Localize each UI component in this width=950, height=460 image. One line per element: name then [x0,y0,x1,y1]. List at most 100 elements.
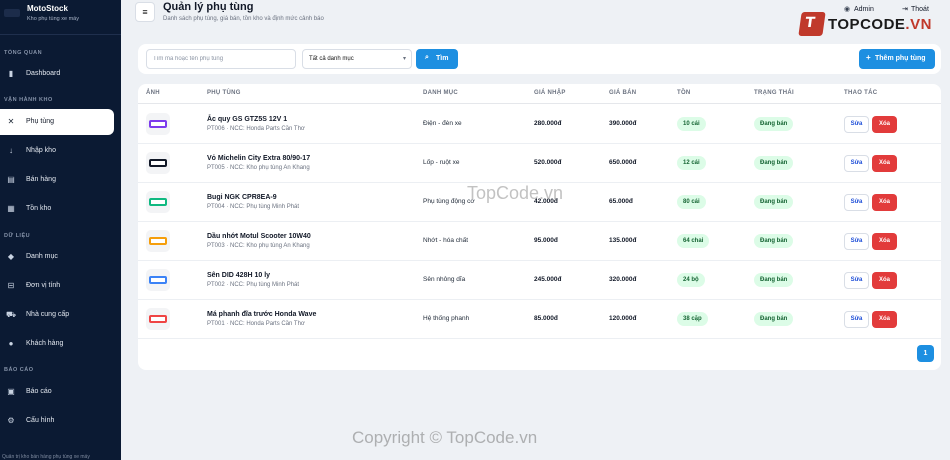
page-subtitle: Danh sách phụ tùng, giá bán, tồn kho và … [163,16,324,22]
menu-toggle-button[interactable]: ≡ [135,2,155,22]
part-meta: PT006 · NCC: Honda Parts Cần Thơ [207,126,305,132]
add-part-button[interactable]: + Thêm phụ tùng [859,49,935,69]
sidebar-item-label: Khách hàng [26,340,64,347]
status-badge: Đang bán [754,156,794,170]
part-meta: PT004 · NCC: Phụ tùng Minh Phát [207,204,300,210]
part-cost: 280.000đ [534,120,562,127]
part-image-box [149,315,167,323]
column-header-cost: GIÁ NHẬP [534,90,566,96]
sidebar-item-label: Nhập kho [26,147,56,154]
edit-button[interactable]: Sửa [844,155,869,172]
logout-button[interactable]: ⇥ Thoát [902,4,929,20]
sidebar-item-sales[interactable]: ▤ Bán hàng [0,167,114,193]
table-row: Má phanh đĩa trước Honda Wave PT001 · NCC… [138,300,941,339]
part-image [146,152,170,174]
part-category: Lốp - ruột xe [423,159,460,166]
tools-icon: ✕ [7,117,15,126]
brand[interactable]: MotoStock Kho phụ tùng xe máy [0,0,121,34]
sidebar-item-label: Báo cáo [26,388,52,395]
edit-button[interactable]: Sửa [844,194,869,211]
column-header-status: TRẠNG THÁI [754,90,794,96]
part-image-box [149,237,167,245]
column-header-price: GIÁ BÁN [609,90,637,96]
edit-button[interactable]: Sửa [844,233,869,250]
watermark-badge: T [798,12,826,36]
stock-badge: 80 cái [677,195,706,209]
delete-button[interactable]: Xóa [872,233,897,250]
table-row: Dầu nhớt Motul Scooter 10W40 PT003 · NCC:… [138,222,941,261]
sidebar-item-settings[interactable]: ⚙ Cấu hình [0,408,114,434]
sidebar-item-label: Danh mục [26,253,58,260]
part-category: Nhớt - hóa chất [423,237,469,244]
part-cost: 520.000đ [534,159,562,166]
sidebar-item-units[interactable]: ⊟ Đơn vị tính [0,273,114,299]
part-cost: 245.000đ [534,276,562,283]
parts-table: ẢNH PHỤ TÙNG DANH MỤC GIÁ NHẬP GIÁ BÁN T… [138,84,941,370]
sidebar-item-dashboard[interactable]: ▮ Dashboard [0,61,114,87]
delete-button[interactable]: Xóa [872,155,897,172]
watermark-badge-letter: T [804,15,816,31]
part-name: Bugi NGK CPR8EA-9 [207,194,277,201]
edit-button[interactable]: Sửa [844,116,869,133]
sidebar-item-reports[interactable]: ▣ Báo cáo [0,379,114,405]
add-part-button-label: Thêm phụ tùng [875,55,926,62]
status-badge: Đang bán [754,312,794,326]
pagination-page-1[interactable]: 1 [917,345,934,362]
watermark-copyright: Copyright © TopCode.vn [352,428,538,447]
sidebar-divider [0,34,121,35]
stock-badge: 24 bộ [677,273,705,287]
delete-button[interactable]: Xóa [872,116,897,133]
sidebar-item-label: Dashboard [26,70,61,77]
part-meta: PT003 · NCC: Kho phụ tùng An Khang [207,243,310,249]
tags-icon: ◆ [7,252,15,261]
table-row: Ắc quy GS GTZ5S 12V 1 PT006 · NCC: Honda … [138,105,941,144]
table-row: Vỏ Michelin City Extra 80/90-17 PT005 · N… [138,144,941,183]
category-select[interactable]: Tất cả danh mục ▾ [302,49,412,69]
search-icon: ⌕ [425,54,429,61]
status-badge: Đang bán [754,117,794,131]
chevron-down-icon: ▾ [402,56,406,62]
chart-icon: ▮ [8,69,14,78]
delete-button[interactable]: Xóa [872,311,897,328]
sidebar-item-import[interactable]: ↓ Nhập kho [0,138,114,164]
page-title: Quản lý phụ tùng [163,1,254,13]
stock-badge: 10 cái [677,117,706,131]
logout-label: Thoát [911,6,929,13]
part-price: 135.000đ [609,237,637,244]
admin-menu-button[interactable]: ◉ Admin [844,4,874,20]
brand-name: MotoStock [27,4,68,13]
report-icon: ▣ [7,387,15,396]
sidebar-item-suppliers[interactable]: ⛟ Nhà cung cấp [0,302,114,328]
delete-button[interactable]: Xóa [872,272,897,289]
part-name: Dầu nhớt Motul Scooter 10W40 [207,233,311,240]
column-header-category: DANH MỤC [423,90,459,96]
column-header-stock: TỒN [677,90,691,96]
stock-badge: 38 cặp [677,312,708,326]
search-input[interactable] [146,49,296,69]
watermark-center-text: TopCode.vn [467,183,564,203]
sidebar-footer: Quản trị kho bán hàng phụ tùng xe máy [2,454,90,460]
edit-button[interactable]: Sửa [844,311,869,328]
part-meta: PT001 · NCC: Honda Parts Cần Thơ [207,321,305,327]
edit-button[interactable]: Sửa [844,272,869,289]
search-button[interactable]: ⌕ Tìm [416,49,458,69]
delete-button[interactable]: Xóa [872,194,897,211]
filter-bar: Tất cả danh mục ▾ ⌕ Tìm + Thêm phụ tùng [138,44,941,74]
category-select-value: Tất cả danh mục [309,56,354,62]
sidebar-item-parts[interactable]: ✕ Phụ tùng [0,109,114,135]
part-category: Điện - đèn xe [423,120,462,127]
part-name: Vỏ Michelin City Extra 80/90-17 [207,155,311,162]
sidebar-item-categories[interactable]: ◆ Danh mục [0,244,114,270]
ruler-icon: ⊟ [7,281,15,290]
sidebar-item-label: Tồn kho [26,205,52,212]
part-price: 120.000đ [609,315,637,322]
part-meta: PT002 · NCC: Phụ tùng Minh Phát [207,282,300,288]
sidebar-item-inventory[interactable]: ▦ Tồn kho [0,196,114,222]
stock-badge: 64 chai [677,234,710,248]
search-button-label: Tìm [436,55,449,62]
part-image-box [149,276,167,284]
sidebar-item-customers[interactable]: ● Khách hàng [0,331,114,357]
arrow-down-icon: ↓ [9,146,13,155]
part-price: 390.000đ [609,120,637,127]
part-name: Má phanh đĩa trước Honda Wave [207,311,317,318]
